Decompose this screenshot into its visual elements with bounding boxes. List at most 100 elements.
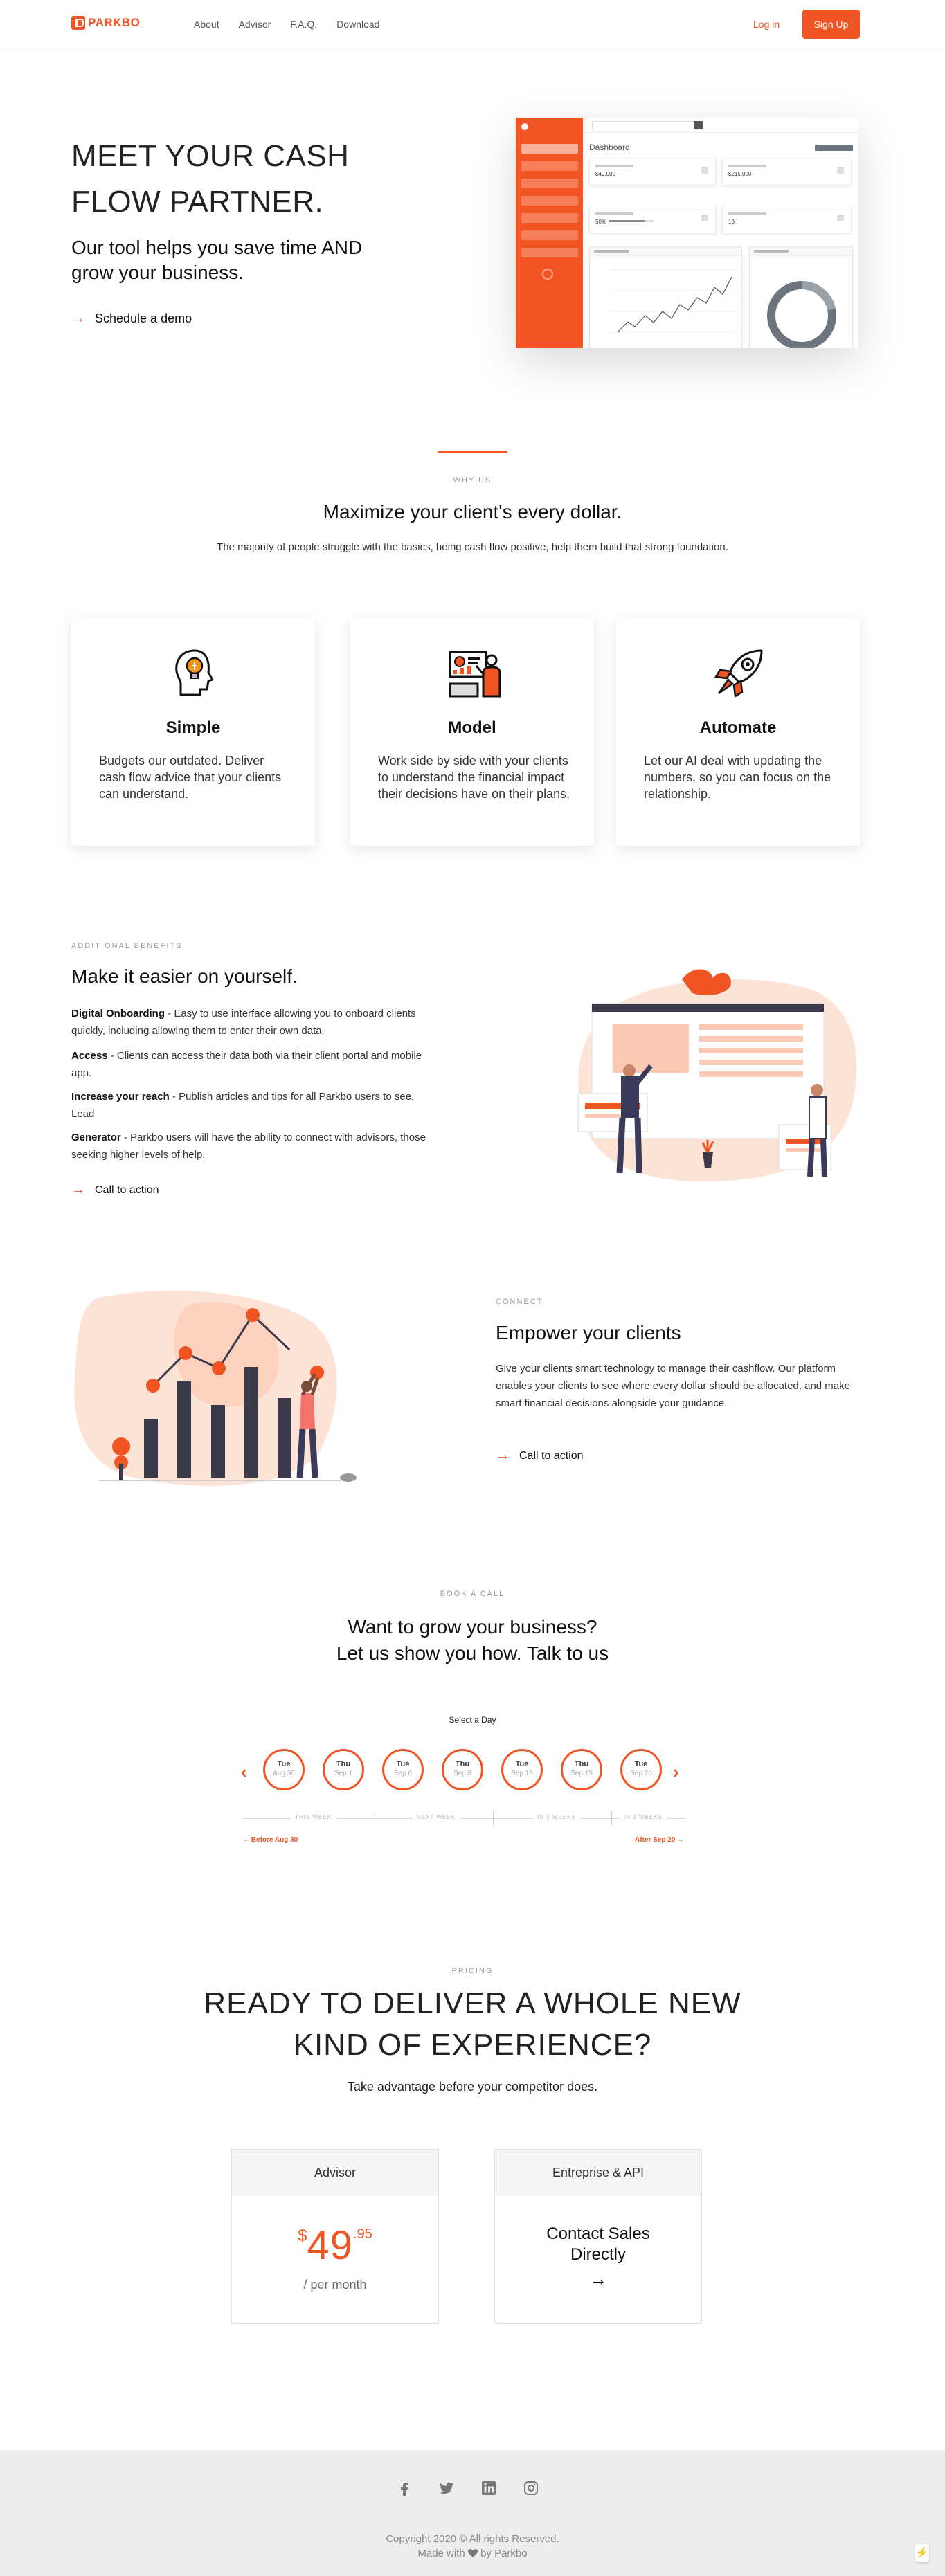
day-option[interactable]: Tue Sep 20: [620, 1749, 662, 1790]
stat-card: 50%: [589, 206, 716, 233]
copyright-text: Copyright 2020 © All rights Reserved.: [386, 2533, 559, 2545]
day-date: Sep 6: [393, 1770, 413, 1777]
logo[interactable]: PARKBO: [71, 16, 140, 30]
feature-card-automate: Automate Let our AI deal with updating t…: [616, 617, 860, 846]
day-date: Sep 15: [570, 1770, 593, 1777]
logo-text: PARKBO: [88, 16, 141, 29]
contact-line2: Directly: [570, 2245, 626, 2264]
feature-card-simple: Simple Budgets our outdated. Deliver cas…: [71, 617, 315, 846]
earlier-dates-link[interactable]: ← Before Aug 30: [242, 1836, 298, 1844]
day-date: Sep 13: [511, 1770, 533, 1777]
day-option[interactable]: Tue Aug 30: [263, 1749, 305, 1790]
later-dates-link[interactable]: After Sep 20 →: [635, 1836, 684, 1844]
sidebar-toggle-icon: [542, 269, 553, 280]
contact-sales-text: Contact Sales Directly: [495, 2224, 701, 2265]
earlier-dates-label: Before Aug 30: [251, 1836, 298, 1844]
stat-value: 18: [728, 219, 735, 225]
signup-button[interactable]: Sign Up: [802, 10, 860, 39]
chevron-left-icon[interactable]: ‹: [241, 1761, 247, 1783]
pricing-card-advisor[interactable]: Advisor $49.95 / per month: [231, 2149, 439, 2324]
booking-title-line1: Want to grow your business?: [348, 1616, 597, 1638]
benefit-item: Access - Clients can access their data b…: [71, 1047, 438, 1082]
select-day-label: Select a Day: [449, 1715, 496, 1725]
dashboard-report-button: [815, 145, 853, 151]
lightning-icon[interactable]: ⚡: [915, 2544, 929, 2562]
benefit-name: Generator: [71, 1132, 121, 1143]
pricing-title-line2: KIND OF EXPERIENCE?: [293, 2028, 652, 2062]
instagram-icon[interactable]: [523, 2480, 539, 2496]
day-option[interactable]: Tue Sep 13: [501, 1749, 543, 1790]
stat-value: $215,000: [728, 171, 752, 177]
day-option[interactable]: Thu Sep 15: [561, 1749, 602, 1790]
login-link[interactable]: Log in: [753, 19, 780, 30]
day-of-week: Thu: [574, 1760, 589, 1768]
hero-title: MEET YOUR CASH FLOW PARTNER.: [71, 139, 350, 219]
nav-link-faq[interactable]: F.A.Q.: [290, 19, 317, 30]
social-links: [396, 2480, 539, 2496]
benefit-item: Increase your reach - Publish articles a…: [71, 1088, 438, 1123]
feature-title: Automate: [699, 718, 777, 737]
stat-card: 18: [722, 206, 852, 233]
feature-title: Simple: [165, 718, 221, 737]
linkedin-icon[interactable]: [480, 2480, 497, 2496]
dashboard-brand: [521, 122, 577, 131]
why-text: The majority of people struggle with the…: [217, 541, 728, 553]
day-of-week: Tue: [515, 1760, 529, 1768]
calendar-icon: [701, 167, 708, 174]
benefit-name: Access: [71, 1050, 108, 1062]
stat-value: $40,000: [595, 171, 615, 177]
week-separator: [611, 1811, 612, 1825]
chevron-right-icon[interactable]: ›: [673, 1761, 679, 1783]
day-date: Sep 8: [453, 1770, 472, 1777]
feature-text: Work side by side with your clients to u…: [378, 754, 570, 801]
day-option[interactable]: Tue Sep 6: [382, 1749, 424, 1790]
schedule-demo-link[interactable]: → Schedule a demo: [71, 311, 192, 327]
dashboard-search: [592, 121, 703, 129]
nav-link-about[interactable]: About: [194, 19, 219, 30]
page: PARKBO About Advisor F.A.Q. Download Log…: [0, 0, 945, 2576]
copyright: Copyright 2020 © All rights Reserved. Ma…: [0, 2532, 945, 2561]
price-amount: 49: [307, 2223, 354, 2268]
made-with-text: Made with: [417, 2548, 465, 2559]
pricing-card-enterprise[interactable]: Entreprise & API Contact Sales Directly …: [494, 2149, 702, 2324]
logo-icon: [71, 16, 85, 30]
day-date: Sep 1: [334, 1770, 353, 1777]
arrow-right-icon: →: [71, 1182, 85, 1197]
progress-bar: [609, 220, 654, 222]
benefit-text: - Parkbo users will have the ability to …: [71, 1132, 426, 1161]
day-of-week: Tue: [634, 1760, 648, 1768]
arrow-right-icon: →: [496, 1448, 510, 1463]
benefit-name: Digital Onboarding: [71, 1008, 165, 1019]
day-option[interactable]: Thu Sep 1: [323, 1749, 364, 1790]
benefit-item: Digital Onboarding - Easy to use interfa…: [71, 1005, 438, 1040]
nav-link-download[interactable]: Download: [336, 19, 379, 30]
nav-links: About Advisor F.A.Q. Download: [194, 19, 379, 30]
pricing-title: READY TO DELIVER A WHOLE NEW KIND OF EXP…: [0, 1983, 945, 2066]
revenue-donut-chart: [767, 281, 836, 348]
arrow-right-icon[interactable]: →: [495, 2269, 701, 2290]
benefits-cta-link[interactable]: → Call to action: [71, 1182, 159, 1198]
day-of-week: Tue: [277, 1760, 291, 1768]
day-of-week: Thu: [336, 1760, 351, 1768]
connect-cta-label: Call to action: [519, 1449, 584, 1462]
twitter-icon[interactable]: [438, 2480, 455, 2496]
day-option[interactable]: Thu Sep 8: [442, 1749, 483, 1790]
earnings-line-chart: [611, 269, 735, 333]
pricing-subtitle: Take advantage before your competitor do…: [347, 2080, 598, 2094]
later-dates-label: After Sep 20: [635, 1836, 676, 1844]
facebook-icon[interactable]: [396, 2480, 413, 2496]
feature-title: Model: [448, 718, 496, 737]
pricing-eyebrow: PRICING: [451, 1967, 494, 1975]
dashboard-menu: [521, 144, 578, 265]
plan-price: $49.95: [232, 2222, 438, 2269]
benefits-cta-label: Call to action: [95, 1183, 159, 1196]
day-of-week: Thu: [455, 1760, 470, 1768]
price-currency: $: [298, 2226, 307, 2245]
presentation-chart-icon: [449, 651, 501, 698]
plan-name: Entreprise & API: [495, 2150, 701, 2195]
why-title: Maximize your client's every dollar.: [323, 501, 622, 523]
arrow-right-icon: →: [71, 311, 85, 326]
dollar-icon: [837, 167, 844, 174]
connect-cta-link[interactable]: → Call to action: [496, 1448, 584, 1464]
nav-link-advisor[interactable]: Advisor: [239, 19, 271, 30]
